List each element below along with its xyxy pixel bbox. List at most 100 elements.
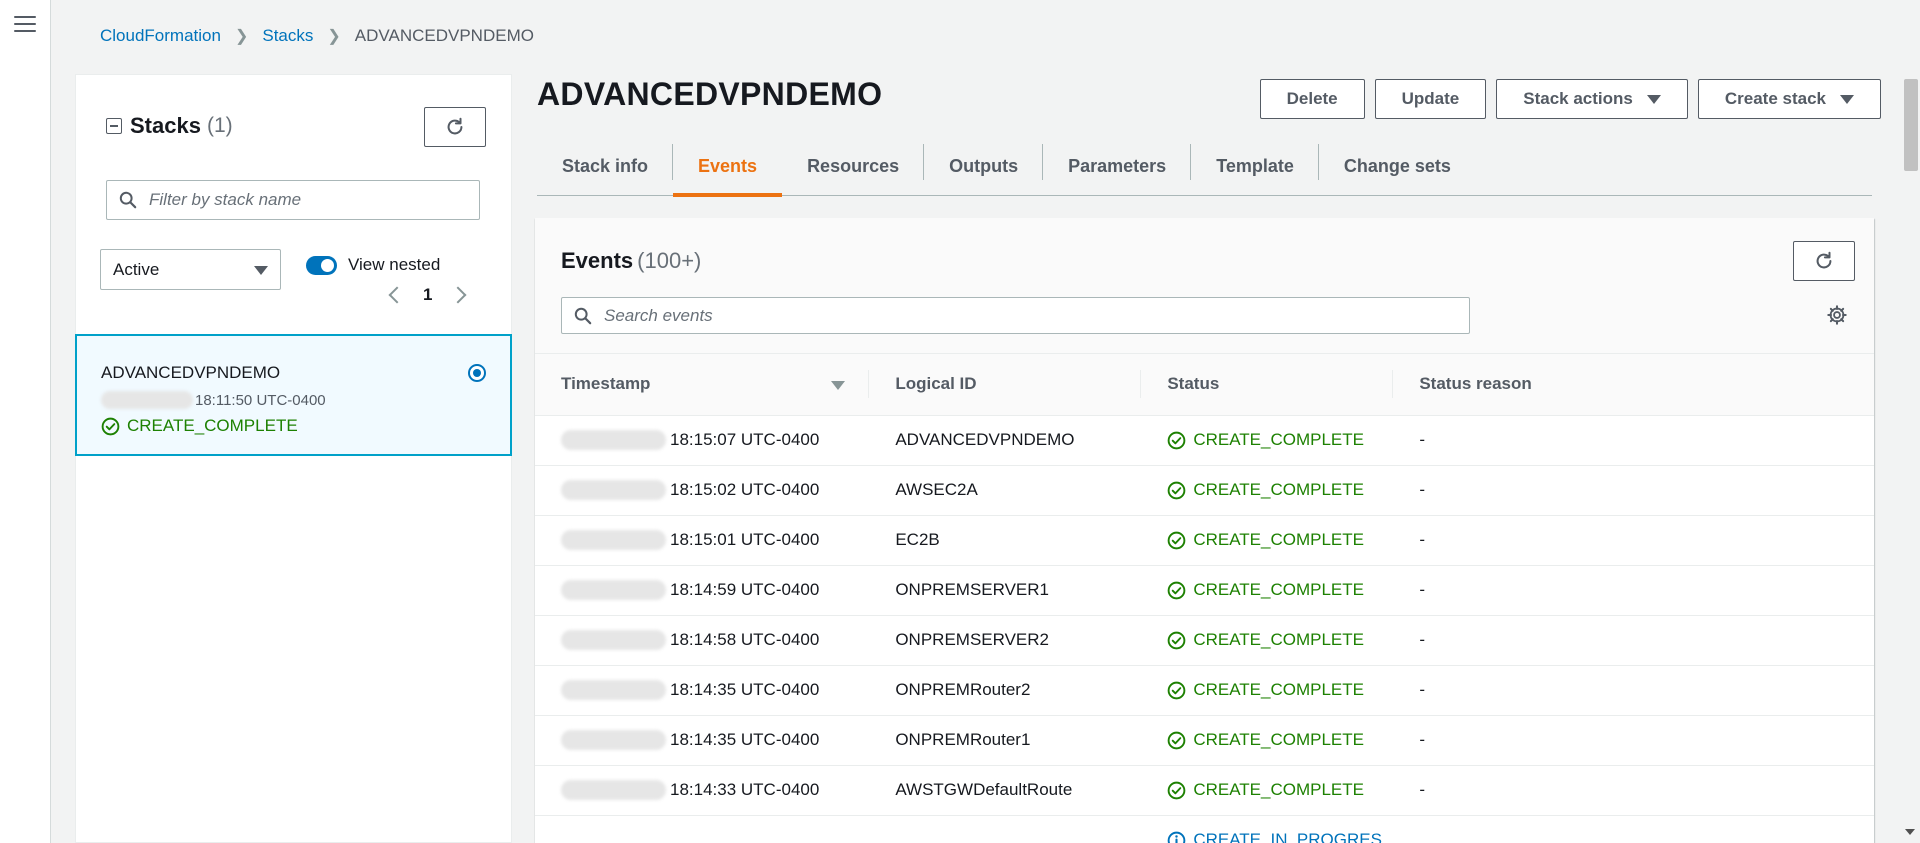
cell-status-reason: - [1393, 715, 1874, 766]
redacted-date [561, 680, 666, 700]
event-status: CREATE_COMPLETE [1167, 630, 1393, 650]
table-row[interactable]: 18:15:07 UTC-0400 ADVANCEDVPNDEMO CREATE_C… [535, 415, 1874, 466]
event-status-reason: - [1419, 630, 1425, 649]
cell-status-reason: - [1393, 415, 1874, 466]
delete-label: Delete [1286, 89, 1338, 108]
event-status-reason: - [1419, 680, 1425, 699]
breadcrumb-stacks[interactable]: Stacks [262, 26, 313, 46]
delete-button[interactable]: Delete [1259, 79, 1365, 119]
sort-desc-icon[interactable] [831, 381, 846, 390]
cell-timestamp [535, 815, 870, 843]
stack-name: ADVANCEDVPNDEMO [101, 363, 281, 382]
radio-selected-icon[interactable] [468, 364, 486, 382]
tab-resources[interactable]: Resources [782, 138, 925, 195]
events-table-body: 18:15:07 UTC-0400 ADVANCEDVPNDEMO CREATE_C… [535, 415, 1874, 843]
tab-events[interactable]: Events [673, 138, 783, 197]
column-header-status[interactable]: Status [1141, 354, 1394, 416]
scrollbar-thumb[interactable] [1904, 79, 1918, 171]
search-events-input[interactable] [604, 305, 1454, 326]
cell-timestamp: 18:15:02 UTC-0400 [535, 465, 870, 516]
event-status-reason: - [1419, 780, 1425, 799]
view-nested-toggle[interactable]: View nested [306, 255, 440, 275]
event-status: CREATE_COMPLETE [1167, 430, 1393, 450]
check-circle-icon [1167, 531, 1186, 549]
search-events-field[interactable] [561, 297, 1470, 334]
caret-down-icon [254, 266, 268, 275]
column-header-status-reason[interactable]: Status reason [1393, 354, 1874, 416]
cell-status-reason: - [1393, 615, 1874, 666]
event-status: CREATE_COMPLETE [1167, 530, 1393, 550]
table-row[interactable]: CREATE_IN_PROGRES [535, 815, 1874, 843]
scroll-down-icon[interactable] [1905, 829, 1915, 835]
stack-actions-bar: Delete Update Stack actions Create stack [1250, 79, 1881, 119]
page-number[interactable]: 1 [423, 285, 432, 305]
cell-timestamp: 18:14:33 UTC-0400 [535, 765, 870, 816]
event-timestamp: 18:14:58 UTC-0400 [670, 630, 820, 649]
event-status-text: CREATE_COMPLETE [1193, 430, 1364, 449]
chevron-right-icon[interactable] [449, 286, 467, 304]
event-status-text: CREATE_COMPLETE [1193, 680, 1364, 699]
table-row[interactable]: 18:14:35 UTC-0400 ONPREMRouter1 CREATE_COM… [535, 715, 1874, 766]
check-circle-icon [1167, 781, 1186, 799]
stacks-count: (1) [206, 114, 233, 137]
event-logical-id: ONPREMSERVER1 [895, 580, 1050, 599]
column-header-logical-id[interactable]: Logical ID [869, 354, 1142, 416]
tab-stack-info[interactable]: Stack info [537, 138, 674, 195]
cell-status: CREATE_COMPLETE [1141, 615, 1394, 666]
cell-status: CREATE_COMPLETE [1141, 515, 1394, 566]
check-circle-icon [1167, 681, 1186, 699]
event-status-text: CREATE_COMPLETE [1193, 630, 1364, 649]
create-stack-dropdown[interactable]: Create stack [1697, 79, 1881, 119]
stack-actions-label: Stack actions [1523, 89, 1633, 108]
event-timestamp: 18:14:35 UTC-0400 [670, 680, 820, 699]
event-status: CREATE_IN_PROGRES [1167, 830, 1393, 843]
page-scrollbar[interactable] [1900, 0, 1920, 843]
refresh-stacks-button[interactable] [424, 107, 486, 147]
cell-status: CREATE_COMPLETE [1141, 465, 1394, 516]
filter-stacks-field[interactable] [106, 180, 480, 220]
tab-parameters[interactable]: Parameters [1043, 138, 1192, 195]
table-row[interactable]: 18:14:33 UTC-0400 AWSTGWDefaultRoute CREAT… [535, 765, 1874, 816]
cell-status-reason: - [1393, 515, 1874, 566]
gear-icon[interactable] [1826, 304, 1848, 326]
event-timestamp: 18:14:33 UTC-0400 [670, 780, 820, 799]
stack-status: CREATE_COMPLETE [101, 416, 298, 436]
stack-list-item[interactable]: ADVANCEDVPNDEMO 18:11:50 UTC-0400 CREATE… [75, 334, 512, 456]
stack-actions-dropdown[interactable]: Stack actions [1496, 79, 1688, 119]
menu-icon[interactable] [14, 16, 36, 34]
table-row[interactable]: 18:14:59 UTC-0400 ONPREMSERVER1 CREATE_COM… [535, 565, 1874, 616]
table-row[interactable]: 18:14:58 UTC-0400 ONPREMSERVER2 CREATE_COM… [535, 615, 1874, 666]
events-title-text: Events [561, 248, 634, 273]
event-logical-id: EC2B [895, 530, 940, 549]
tab-outputs[interactable]: Outputs [924, 138, 1044, 195]
event-timestamp: 18:14:59 UTC-0400 [670, 580, 820, 599]
cell-logical-id: ONPREMSERVER1 [869, 565, 1142, 616]
check-circle-icon [1167, 481, 1186, 499]
table-row[interactable]: 18:15:02 UTC-0400 AWSEC2A CREATE_COMPLETE - [535, 465, 1874, 516]
cell-status: CREATE_COMPLETE [1141, 665, 1394, 716]
column-header-timestamp[interactable]: Timestamp [535, 354, 870, 416]
tab-template[interactable]: Template [1191, 138, 1319, 195]
refresh-events-button[interactable] [1793, 241, 1855, 281]
column-label: Logical ID [895, 374, 977, 394]
column-label: Status [1167, 374, 1220, 394]
cell-timestamp: 18:14:35 UTC-0400 [535, 665, 870, 716]
search-icon [574, 307, 592, 324]
filter-stacks-input[interactable] [149, 190, 469, 210]
update-button[interactable]: Update [1374, 79, 1487, 119]
redacted-date [561, 780, 666, 800]
status-filter-select[interactable]: Active [100, 249, 281, 290]
table-row[interactable]: 18:15:01 UTC-0400 EC2B CREATE_COMPLETE - [535, 515, 1874, 566]
table-row[interactable]: 18:14:35 UTC-0400 ONPREMRouter2 CREATE_COM… [535, 665, 1874, 716]
collapse-icon[interactable] [106, 118, 122, 134]
tab-change-sets[interactable]: Change sets [1319, 138, 1476, 195]
breadcrumb-cloudformation[interactable]: CloudFormation [100, 26, 221, 46]
event-logical-id: ONPREMSERVER2 [895, 630, 1050, 649]
cell-logical-id: ADVANCEDVPNDEMO [869, 415, 1142, 466]
cell-status-reason [1393, 815, 1874, 843]
events-panel: Events(100+) Timestamp Logical ID Status… [535, 218, 1874, 843]
check-circle-icon [1167, 581, 1186, 599]
cell-logical-id: ONPREMSERVER2 [869, 615, 1142, 666]
chevron-left-icon[interactable] [388, 286, 406, 304]
event-logical-id: ONPREMRouter1 [895, 730, 1031, 749]
